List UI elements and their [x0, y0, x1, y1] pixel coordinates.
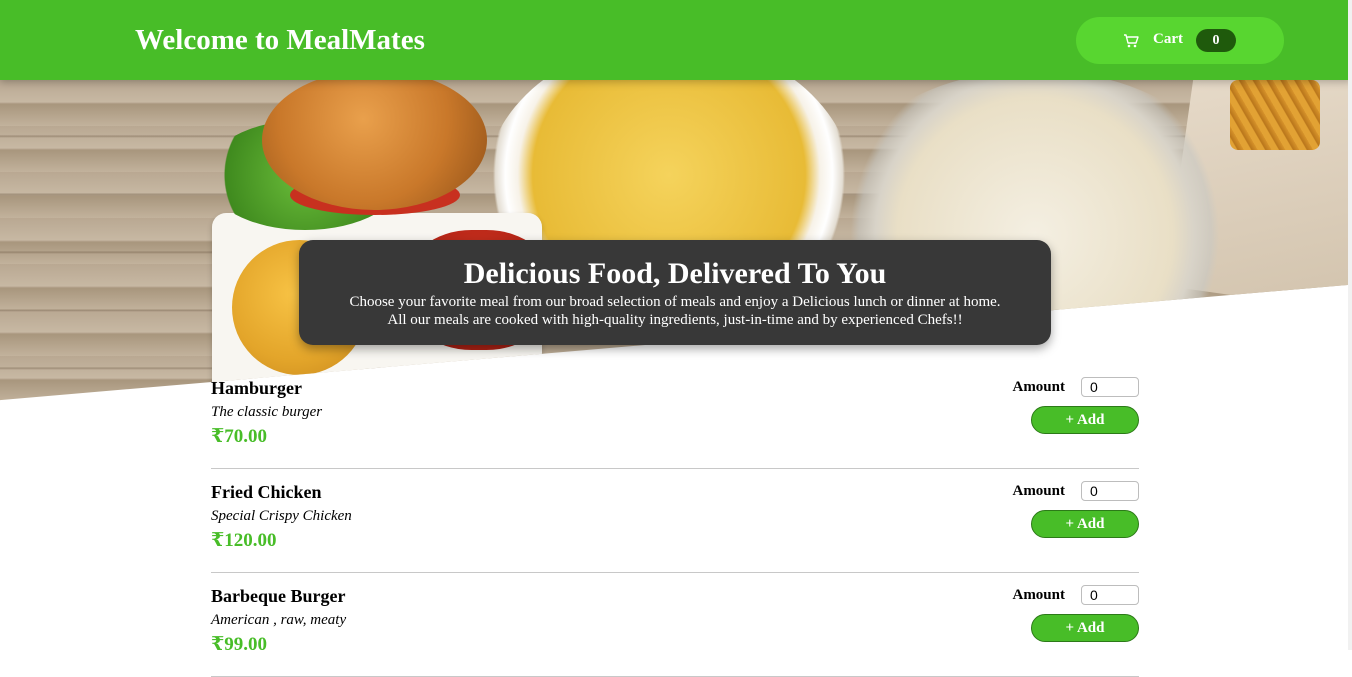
meal-description: Special Crispy Chicken — [211, 508, 352, 524]
meal-name: Fried Chicken — [211, 482, 322, 502]
amount-label: Amount — [1012, 587, 1065, 603]
meal-name: Barbeque Burger — [211, 586, 346, 606]
amount-label: Amount — [1012, 483, 1065, 499]
hero-summary-card: Delicious Food, Delivered To You Choose … — [299, 240, 1051, 345]
meals-list: Hamburger The classic burger ₹70.00 Amou… — [211, 365, 1139, 677]
meal-item: Hamburger The classic burger ₹70.00 Amou… — [211, 365, 1139, 469]
meal-price: ₹70.00 — [211, 426, 267, 447]
hero-description-line-1: Choose your favorite meal from our broad… — [349, 294, 1001, 310]
add-to-cart-button[interactable]: + Add — [1031, 510, 1139, 538]
meal-price: ₹99.00 — [211, 634, 267, 655]
hero-title: Delicious Food, Delivered To You — [463, 257, 887, 290]
amount-input[interactable] — [1081, 481, 1139, 501]
site-header: Welcome to MealMates Cart 0 — [0, 0, 1352, 80]
meal-name: Hamburger — [211, 378, 302, 398]
amount-label: Amount — [1012, 379, 1065, 395]
cart-icon — [1124, 34, 1139, 48]
meal-price: ₹120.00 — [211, 530, 277, 551]
cart-label: Cart — [1153, 31, 1183, 47]
fries-image — [1230, 80, 1320, 150]
meal-item: Fried Chicken Special Crispy Chicken ₹12… — [211, 469, 1139, 573]
amount-input[interactable] — [1081, 377, 1139, 397]
hero-description-line-2: All our meals are cooked with high-quali… — [387, 312, 963, 328]
cart-button[interactable]: Cart 0 — [1076, 17, 1284, 64]
add-to-cart-button[interactable]: + Add — [1031, 614, 1139, 642]
add-to-cart-button[interactable]: + Add — [1031, 406, 1139, 434]
cart-count-badge: 0 — [1196, 29, 1236, 52]
site-title: Welcome to MealMates — [135, 24, 425, 56]
meal-item: Barbeque Burger American , raw, meaty ₹9… — [211, 573, 1139, 677]
meal-description: The classic burger — [211, 404, 323, 420]
meal-description: American , raw, meaty — [211, 612, 347, 628]
page-scrollbar[interactable] — [1348, 0, 1352, 650]
amount-input[interactable] — [1081, 585, 1139, 605]
